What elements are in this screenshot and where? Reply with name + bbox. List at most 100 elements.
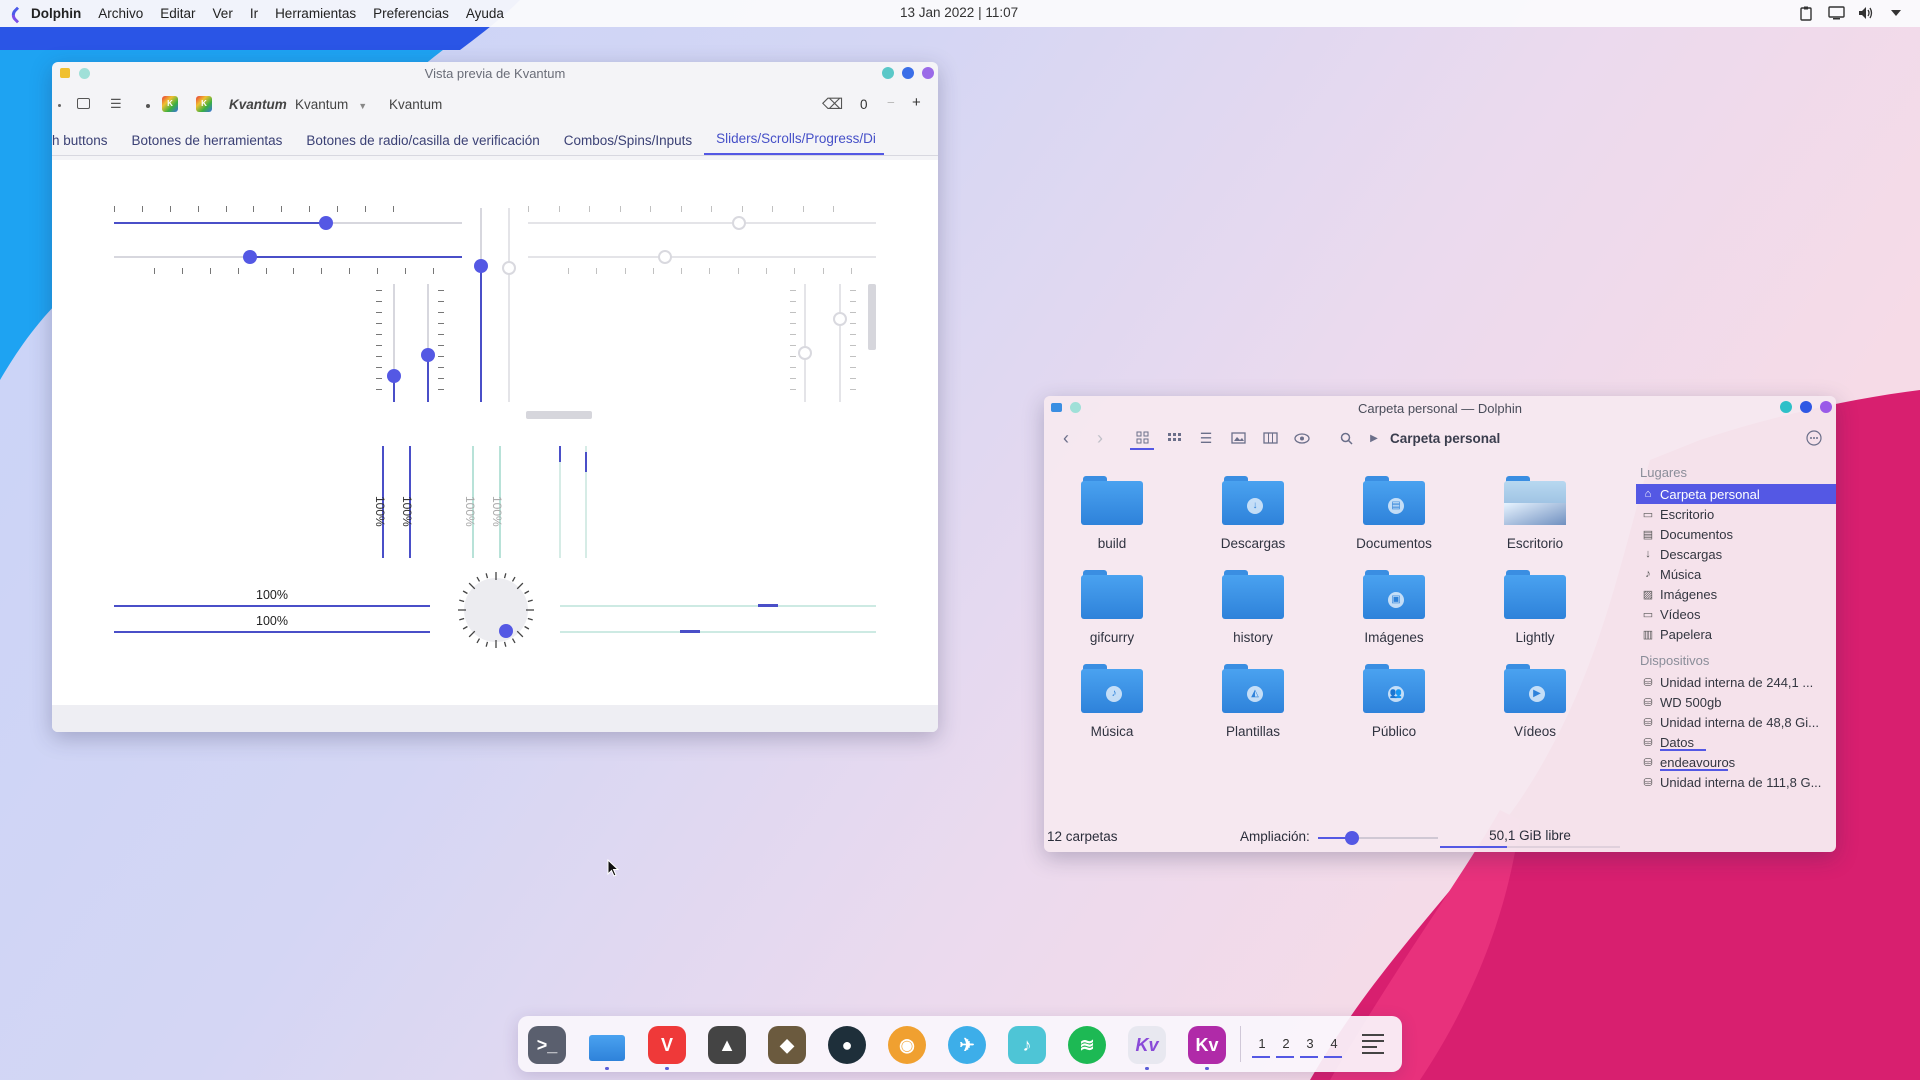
maximize-button[interactable]: [1800, 401, 1812, 413]
menu-ir[interactable]: Ir: [250, 6, 258, 21]
launcher-icon[interactable]: [9, 7, 23, 21]
slider-handle[interactable]: [319, 216, 334, 230]
virtual-desktop-1[interactable]: 1: [1252, 1036, 1270, 1058]
place-item[interactable]: ▤ Documentos: [1636, 524, 1836, 544]
dial[interactable]: [454, 568, 538, 652]
device-item[interactable]: ⛁ Unidad interna de 48,8 Gi...: [1636, 712, 1836, 732]
maximize-button[interactable]: [902, 67, 914, 79]
folder-item[interactable]: gifcurry: [1052, 570, 1172, 662]
music-icon[interactable]: ♪: [1008, 1026, 1046, 1064]
search-icon[interactable]: [1334, 426, 1358, 450]
vertical-slider-1[interactable]: [387, 284, 401, 402]
display-icon[interactable]: [1826, 3, 1846, 23]
place-item[interactable]: ↓ Descargas: [1636, 544, 1836, 564]
radio-dot-icon[interactable]: [146, 104, 150, 108]
spotify-icon[interactable]: ≋: [1068, 1026, 1106, 1064]
minimize-button[interactable]: [882, 67, 894, 79]
menu-app[interactable]: Dolphin: [31, 6, 81, 21]
icons-view-icon[interactable]: [1130, 426, 1154, 450]
vivaldi-icon[interactable]: V: [648, 1026, 686, 1064]
device-item[interactable]: ⛁ WD 500gb: [1636, 692, 1836, 712]
minimize-button[interactable]: [1780, 401, 1792, 413]
spin-value[interactable]: 0: [860, 97, 868, 112]
hidden-files-icon[interactable]: [1290, 426, 1314, 450]
folder-item[interactable]: history: [1193, 570, 1313, 662]
device-item[interactable]: ⛁ endeavouros: [1636, 752, 1836, 772]
theme-combo[interactable]: Kvantum ▼: [295, 97, 367, 112]
back-icon[interactable]: ‹: [1054, 426, 1078, 450]
horizontal-slider-2[interactable]: [114, 250, 462, 264]
compact-view-icon[interactable]: [1162, 426, 1186, 450]
folder-item[interactable]: 👥 Público: [1334, 664, 1454, 756]
folder-item[interactable]: ↓ Descargas: [1193, 476, 1313, 568]
clock[interactable]: 13 Jan 2022 | 11:07: [900, 5, 1018, 20]
chevron-down-icon[interactable]: [1886, 3, 1906, 23]
clear-input-icon[interactable]: ⌫: [822, 95, 843, 113]
details-view-icon[interactable]: ☰: [1194, 426, 1218, 450]
horizontal-slider-1[interactable]: [114, 216, 462, 230]
tab-push-buttons[interactable]: h buttons: [52, 133, 120, 155]
folder-item[interactable]: ◭ Plantillas: [1193, 664, 1313, 756]
close-button[interactable]: [1820, 401, 1832, 413]
device-item[interactable]: ⛁ Unidad interna de 244,1 ...: [1636, 672, 1836, 692]
dial-handle[interactable]: [499, 624, 513, 638]
close-button[interactable]: [922, 67, 934, 79]
kvantum-preview-icon[interactable]: Kv: [1188, 1026, 1226, 1064]
indent-icon[interactable]: ☰: [110, 96, 122, 112]
folder-item[interactable]: ▤ Documentos: [1334, 476, 1454, 568]
split-view-icon[interactable]: [1258, 426, 1282, 450]
folder-item[interactable]: Escritorio: [1475, 476, 1595, 568]
dolphin-titlebar[interactable]: Carpeta personal — Dolphin: [1044, 396, 1836, 420]
slider-handle[interactable]: [387, 369, 401, 384]
virtual-desktop-3[interactable]: 3: [1300, 1036, 1318, 1058]
device-item[interactable]: ⛁ Unidad interna de 111,8 G...: [1636, 772, 1836, 792]
place-item[interactable]: ▭ Vídeos: [1636, 604, 1836, 624]
vertical-slider-2[interactable]: [421, 284, 435, 402]
inkscape-icon[interactable]: ▲: [708, 1026, 746, 1064]
virtual-desktop-4[interactable]: 4: [1324, 1036, 1342, 1058]
horizontal-scrollbar[interactable]: [526, 411, 592, 419]
menu-herramientas[interactable]: Herramientas: [275, 6, 356, 21]
color-picker-icon[interactable]: ◉: [888, 1026, 926, 1064]
spin-plus-button[interactable]: +: [912, 94, 921, 111]
gimp-icon[interactable]: ◆: [768, 1026, 806, 1064]
zoom-slider[interactable]: [1318, 831, 1438, 845]
virtual-desktop-2[interactable]: 2: [1276, 1036, 1294, 1058]
place-item[interactable]: ▭ Escritorio: [1636, 504, 1836, 524]
place-item[interactable]: ♪ Música: [1636, 564, 1836, 584]
slider-handle[interactable]: [474, 259, 488, 274]
kvantum-logo-icon-2[interactable]: K: [196, 96, 212, 112]
dolphin-icon[interactable]: [588, 1026, 626, 1064]
preview-icon[interactable]: [1226, 426, 1250, 450]
tab-combos[interactable]: Combos/Spins/Inputs: [552, 133, 704, 155]
folder-item[interactable]: ▶ Vídeos: [1475, 664, 1595, 756]
menu-editar[interactable]: Editar: [160, 6, 195, 21]
place-item[interactable]: ⌂ Carpeta personal: [1636, 484, 1836, 504]
place-item[interactable]: ▨ Imágenes: [1636, 584, 1836, 604]
folder-item[interactable]: build: [1052, 476, 1172, 568]
window-icon[interactable]: [77, 98, 90, 109]
kvantum-manager-icon[interactable]: Kv: [1128, 1026, 1166, 1064]
zoom-handle[interactable]: [1344, 831, 1359, 845]
tab-radio-checkbox[interactable]: Botones de radio/casilla de verificación: [294, 133, 551, 155]
breadcrumb[interactable]: Carpeta personal: [1390, 431, 1500, 446]
app-menu-icon[interactable]: [1362, 1034, 1384, 1054]
spin-minus-button[interactable]: −: [887, 95, 895, 110]
pin-icon[interactable]: [79, 68, 90, 79]
kdeconnect-icon[interactable]: ✈: [948, 1026, 986, 1064]
eclipse-icon[interactable]: ●: [828, 1026, 866, 1064]
vertical-slider-3[interactable]: [474, 208, 488, 402]
menu-preferencias[interactable]: Preferencias: [373, 6, 449, 21]
tab-tool-buttons[interactable]: Botones de herramientas: [120, 133, 295, 155]
tab-sliders[interactable]: Sliders/Scrolls/Progress/Di: [704, 131, 885, 155]
pin-icon[interactable]: [1070, 402, 1081, 413]
folder-item[interactable]: Lightly: [1475, 570, 1595, 662]
folder-item[interactable]: ♪ Música: [1052, 664, 1172, 756]
device-item[interactable]: ⛁ Datos: [1636, 732, 1836, 752]
kvantum-logo-icon[interactable]: K: [162, 96, 178, 112]
terminal-icon[interactable]: >_: [528, 1026, 566, 1064]
slider-handle[interactable]: [421, 347, 435, 362]
kvantum-titlebar[interactable]: Vista previa de Kvantum: [52, 62, 938, 84]
slider-handle[interactable]: [242, 250, 257, 264]
forward-icon[interactable]: ›: [1088, 426, 1112, 450]
